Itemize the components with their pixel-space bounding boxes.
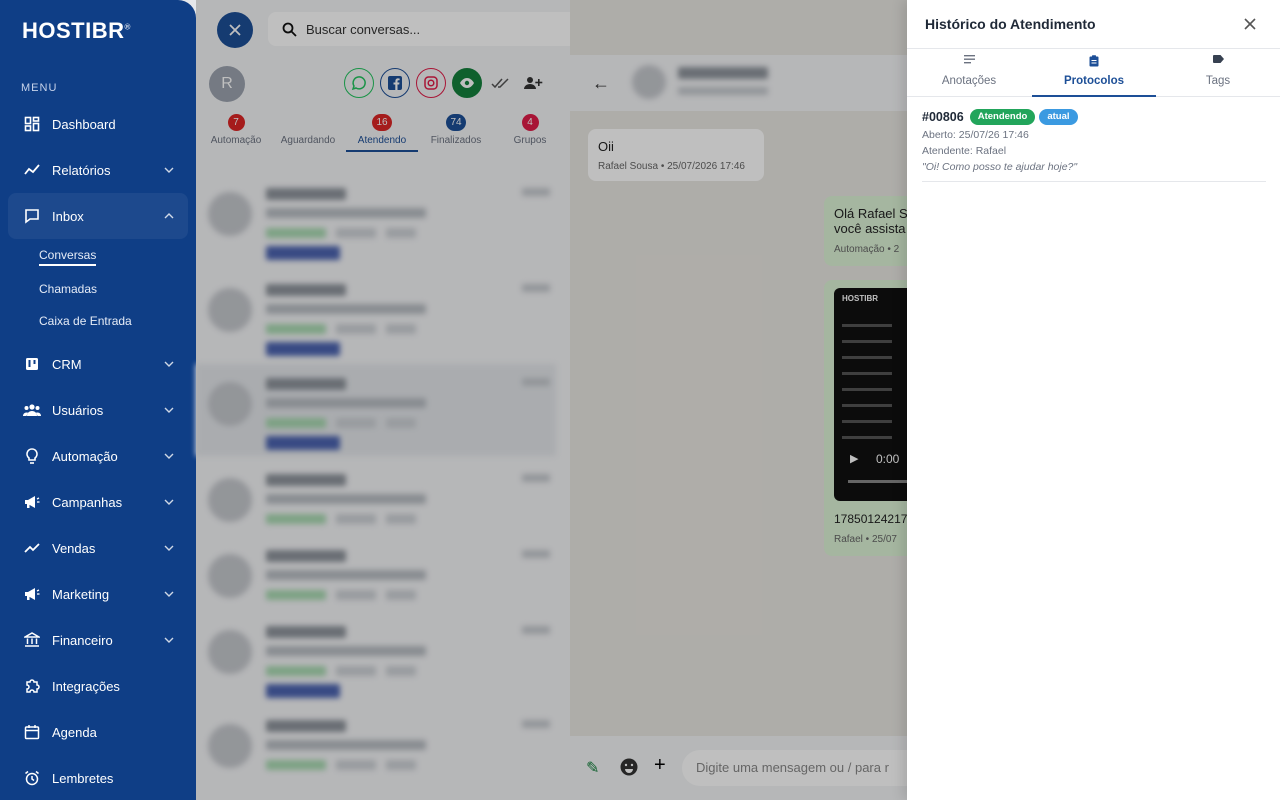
sidebar-item-usuarios[interactable]: Usuários <box>0 387 196 433</box>
sidebar-item-inbox[interactable]: Inbox <box>8 193 188 239</box>
sidebar-item-lembretes[interactable]: Lembretes <box>0 755 196 800</box>
sidebar-item-label: Campanhas <box>52 494 123 510</box>
modal-overlay[interactable] <box>196 0 907 800</box>
puzzle-icon <box>23 677 41 695</box>
sidebar-item-relatorios[interactable]: Relatórios <box>0 147 196 193</box>
protocol-last-message: "Oi! Como posso te ajudar hoje?" <box>922 161 1078 173</box>
chevron-down-icon <box>164 359 174 369</box>
sidebar-item-label: Lembretes <box>52 770 114 786</box>
chart-line-icon <box>23 161 41 179</box>
sidebar-item-label: Financeiro <box>52 632 113 648</box>
history-drawer: Histórico do Atendimento Anotações Proto… <box>907 0 1280 800</box>
chevron-up-icon <box>164 211 174 221</box>
tag-icon <box>1156 55 1280 69</box>
sidebar-item-label: Relatórios <box>52 162 111 178</box>
kanban-icon <box>23 355 41 373</box>
tab-anotacoes[interactable]: Anotações <box>907 49 1031 97</box>
sidebar-item-agenda[interactable]: Agenda <box>0 709 196 755</box>
sidebar-item-label: CRM <box>52 356 82 372</box>
drawer-tabs: Anotações Protocolos Tags <box>907 48 1280 97</box>
dashboard-icon <box>23 115 41 133</box>
sidebar-item-marketing[interactable]: Marketing <box>0 571 196 617</box>
sidebar-subitem-conversas[interactable]: Conversas <box>0 241 196 273</box>
sidebar-subitem-caixa-entrada[interactable]: Caixa de Entrada <box>0 305 196 337</box>
protocol-agent: Atendente: Rafael <box>922 145 1007 157</box>
tab-protocolos[interactable]: Protocolos <box>1032 49 1156 97</box>
chevron-down-icon <box>164 405 174 415</box>
chevron-down-icon <box>164 589 174 599</box>
sidebar: HOSTIBR® MENU Dashboard Relatórios Inbox… <box>0 0 196 800</box>
notes-icon <box>907 55 1031 69</box>
protocol-card[interactable]: #00806 Atendendo atual Aberto: 25/07/26 … <box>922 108 1266 182</box>
sidebar-item-vendas[interactable]: Vendas <box>0 525 196 571</box>
status-badge: Atendendo <box>969 108 1036 125</box>
megaphone-icon <box>23 585 41 603</box>
sidebar-item-dashboard[interactable]: Dashboard <box>0 101 196 147</box>
sidebar-item-label: Usuários <box>52 402 104 418</box>
sidebar-item-automacao[interactable]: Automação <box>0 433 196 479</box>
bank-icon <box>23 631 41 649</box>
brand-logo[interactable]: HOSTIBR® <box>22 18 131 44</box>
drawer-title: Histórico do Atendimento <box>925 16 1096 32</box>
tab-tags[interactable]: Tags <box>1156 49 1280 97</box>
sidebar-item-integracoes[interactable]: Integrações <box>0 663 196 709</box>
chat-bubble-icon <box>23 207 41 225</box>
close-icon <box>1244 18 1256 30</box>
chevron-down-icon <box>164 543 174 553</box>
megaphone-icon <box>23 493 41 511</box>
sidebar-item-campanhas[interactable]: Campanhas <box>0 479 196 525</box>
chevron-down-icon <box>164 635 174 645</box>
inbox-submenu: Conversas Chamadas Caixa de Entrada <box>0 239 196 341</box>
users-icon <box>23 401 41 419</box>
calendar-icon <box>23 723 41 741</box>
current-badge: atual <box>1039 108 1078 125</box>
sidebar-nav: Dashboard Relatórios Inbox Conversas Cha… <box>0 101 196 800</box>
sidebar-item-crm[interactable]: CRM <box>0 341 196 387</box>
alarm-clock-icon <box>23 769 41 787</box>
protocol-id: #00806 <box>922 109 964 124</box>
chevron-down-icon <box>164 165 174 175</box>
sidebar-item-label: Vendas <box>52 540 96 556</box>
lightbulb-icon <box>23 447 41 465</box>
sidebar-subitem-chamadas[interactable]: Chamadas <box>0 273 196 305</box>
menu-label: MENU <box>21 82 58 94</box>
sidebar-item-label: Marketing <box>52 586 110 602</box>
trending-up-icon <box>23 539 41 557</box>
chevron-down-icon <box>164 451 174 461</box>
sidebar-item-financeiro[interactable]: Financeiro <box>0 617 196 663</box>
protocol-opened: Aberto: 25/07/26 17:46 <box>922 129 1029 141</box>
close-drawer-button[interactable] <box>1241 15 1259 33</box>
sidebar-item-label: Automação <box>52 448 118 464</box>
clipboard-icon <box>1032 55 1156 69</box>
sidebar-item-label: Dashboard <box>52 116 116 132</box>
chevron-down-icon <box>164 497 174 507</box>
sidebar-item-label: Inbox <box>52 208 84 224</box>
sidebar-item-label: Integrações <box>52 678 120 694</box>
sidebar-item-label: Agenda <box>52 724 97 740</box>
